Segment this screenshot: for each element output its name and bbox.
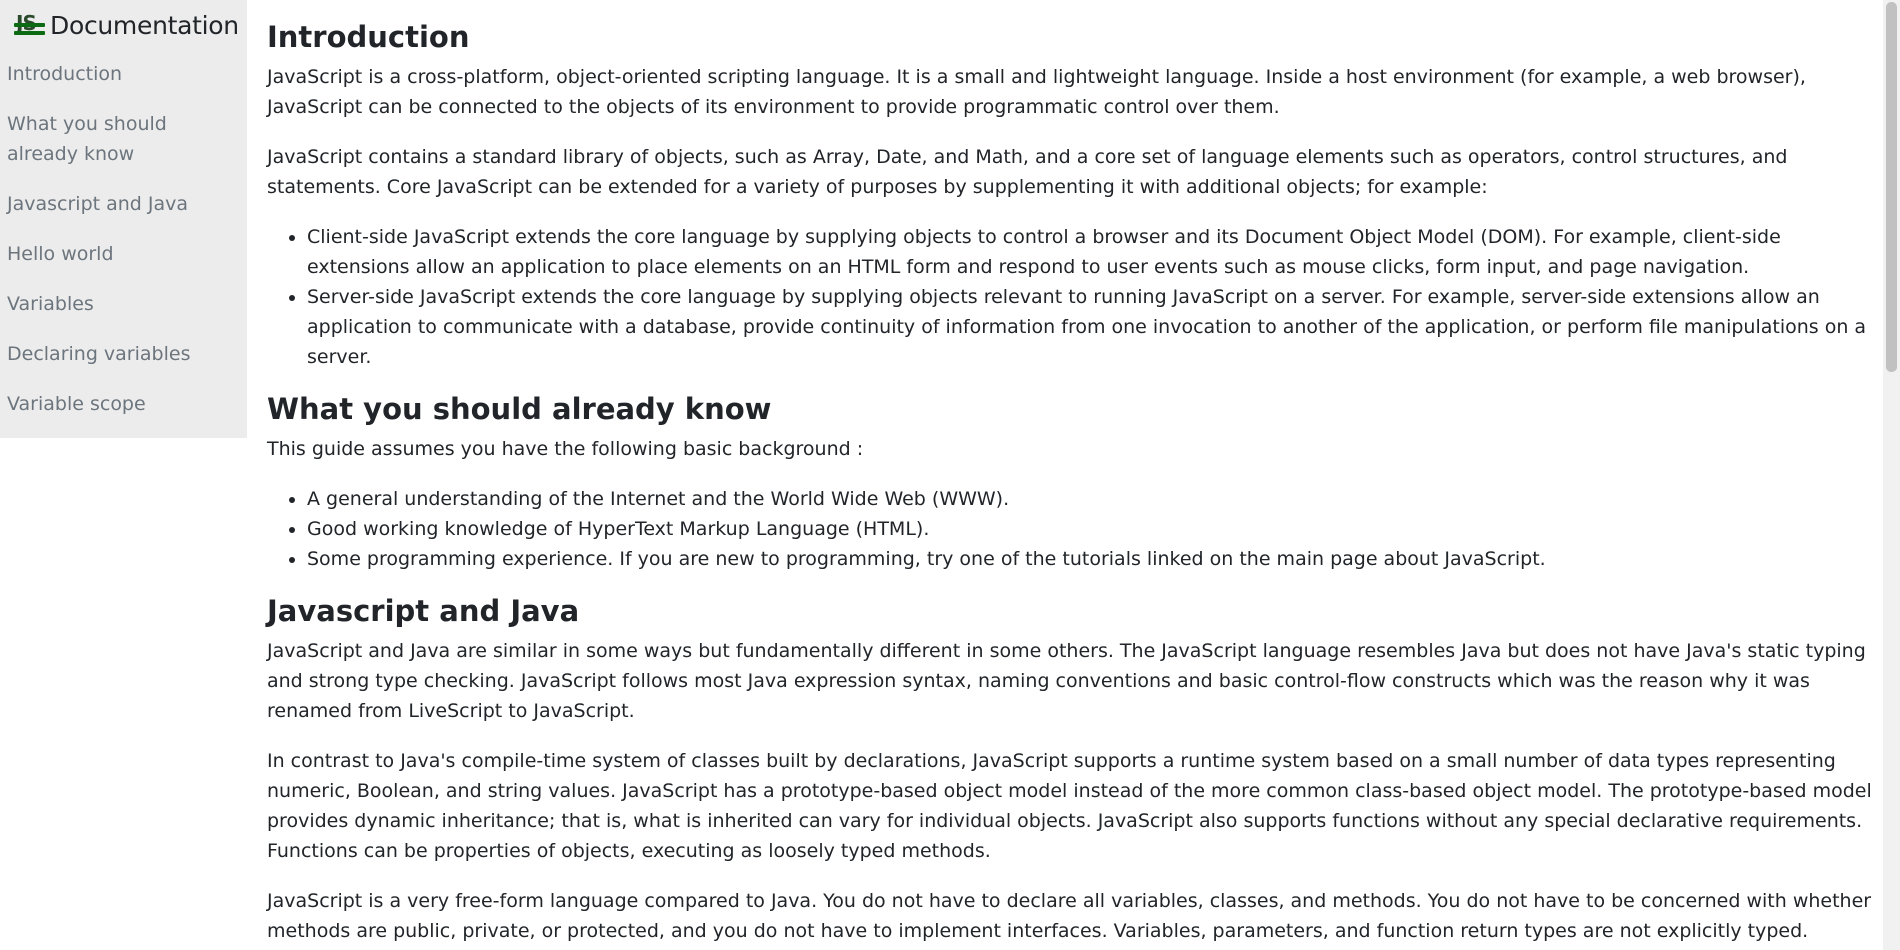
list-item: Client-side JavaScript extends the core …	[307, 222, 1872, 282]
paragraph: JavaScript contains a standard library o…	[267, 146, 1788, 198]
nav-links: Introduction What you should already kno…	[7, 59, 243, 439]
paragraph: JavaScript is a very free-form language …	[267, 890, 1872, 942]
navbar: JS Documentation Introduction What you s…	[0, 0, 247, 438]
section-javascript-and-java: Javascript and Java JavaScript and Java …	[267, 594, 1872, 946]
list-item: Some programming experience. If you are …	[307, 544, 1872, 574]
scrollbar-thumb[interactable]	[1886, 2, 1897, 372]
list: A general understanding of the Internet …	[267, 484, 1872, 574]
list-item: Server-side JavaScript extends the core …	[307, 282, 1872, 372]
paragraph: In contrast to Java's compile-time syste…	[267, 750, 1872, 862]
nav-header: JS Documentation	[14, 10, 239, 40]
list-item: Good working knowledge of HyperText Mark…	[307, 514, 1872, 544]
paragraph: JavaScript and Java are similar in some …	[267, 640, 1866, 722]
section-heading-what-you-should-already-know: What you should already know	[267, 392, 772, 426]
nav-link-what-you-should-already-know[interactable]: What you should already know	[7, 109, 243, 169]
nav-link-introduction[interactable]: Introduction	[7, 59, 243, 89]
scrollbar[interactable]	[1883, 0, 1900, 950]
section-heading-javascript-and-java: Javascript and Java	[267, 594, 580, 628]
list-item: A general understanding of the Internet …	[307, 484, 1872, 514]
section-introduction: Introduction JavaScript is a cross-platf…	[267, 0, 1872, 372]
nav-link-javascript-and-java[interactable]: Javascript and Java	[7, 189, 243, 219]
nav-link-hello-world[interactable]: Hello world	[7, 239, 243, 269]
section-heading-introduction: Introduction	[267, 20, 470, 54]
nav-link-variables[interactable]: Variables	[7, 289, 243, 319]
js-logo-icon: JS	[14, 10, 48, 40]
nav-link-variable-scope[interactable]: Variable scope	[7, 389, 243, 419]
list: Client-side JavaScript extends the core …	[267, 222, 1872, 372]
nav-link-declaring-variables[interactable]: Declaring variables	[7, 339, 243, 369]
main-doc: Introduction JavaScript is a cross-platf…	[267, 0, 1872, 946]
nav-title: Documentation	[50, 10, 239, 40]
section-what-you-should-already-know: What you should already know This guide …	[267, 392, 1872, 574]
paragraph: This guide assumes you have the followin…	[267, 438, 864, 460]
paragraph: JavaScript is a cross-platform, object-o…	[267, 66, 1806, 118]
